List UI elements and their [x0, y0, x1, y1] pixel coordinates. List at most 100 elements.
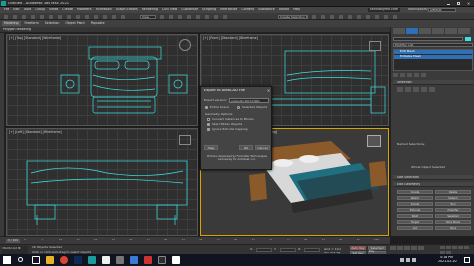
show-end-result-icon[interactable]: [400, 73, 405, 77]
edit-geometry-attach-button[interactable]: Attach: [397, 196, 433, 200]
select-by-name-icon[interactable]: [67, 14, 71, 19]
ribbon-tab-freeform[interactable]: Freeform: [23, 21, 41, 26]
configure-sets-icon[interactable]: [421, 73, 426, 77]
pan-icon[interactable]: [464, 246, 469, 249]
viewcube-top[interactable]: [179, 39, 191, 51]
help-button[interactable]: Help: [204, 145, 218, 150]
pin-stack-icon[interactable]: [393, 73, 398, 77]
menu-item-interactive[interactable]: Interactive: [220, 8, 237, 12]
auto-key-button[interactable]: Auto Key: [350, 246, 366, 250]
align-icon[interactable]: [321, 14, 325, 19]
bind-space-warp-icon[interactable]: [40, 14, 44, 19]
window-crossing-icon[interactable]: [85, 14, 89, 19]
view-dropdown[interactable]: View: [140, 14, 156, 19]
snaps-toggle-icon[interactable]: [187, 14, 191, 19]
rectangle-selection-icon[interactable]: [76, 14, 80, 19]
edit-geometry-turn-button[interactable]: Turn: [435, 202, 471, 206]
edit-geometry-selected-button[interactable]: Selected: [435, 214, 471, 218]
redo-icon[interactable]: [13, 14, 17, 19]
search-icon[interactable]: [18, 257, 23, 262]
workspace-dropdown[interactable]: Default: [428, 8, 456, 12]
select-rotate-icon[interactable]: [103, 14, 107, 19]
windows-start-icon[interactable]: [3, 256, 11, 264]
app-icon-10[interactable]: [158, 256, 166, 264]
timeline[interactable]: 0 / 100 0 5 10 15 20 25 30 35 40 45 50 55 60 65 70 75 80…: [0, 236, 390, 244]
volume-icon[interactable]: [406, 258, 410, 262]
y-coord-field[interactable]: [280, 247, 296, 252]
cancel-button[interactable]: Cancel: [255, 145, 270, 150]
radio-entire-scene[interactable]: [205, 106, 208, 109]
edit-geometry-chamfer-button[interactable]: Chamfer: [435, 208, 471, 212]
remove-modifier-icon[interactable]: [414, 73, 419, 77]
hierarchy-tab-icon[interactable]: [419, 28, 431, 34]
vray-icon[interactable]: [102, 256, 110, 264]
app-icon-8[interactable]: [130, 256, 138, 264]
field-of-view-icon[interactable]: [458, 246, 463, 249]
menu-item-scripting[interactable]: Scripting: [202, 8, 216, 12]
toggle-scene-explorer-icon[interactable]: [330, 14, 334, 19]
3dsmax-taskbar-icon[interactable]: [88, 256, 96, 264]
schematic-view-icon[interactable]: [357, 14, 361, 19]
menu-item-substance[interactable]: Substance: [258, 8, 275, 12]
angle-snap-icon[interactable]: [196, 14, 200, 19]
edit-geometry-detach-button[interactable]: Detach: [435, 196, 471, 200]
edge-icon[interactable]: [405, 87, 411, 92]
photoshop-icon[interactable]: [74, 256, 82, 264]
network-icon[interactable]: [400, 258, 404, 262]
percent-snap-icon[interactable]: [205, 14, 209, 19]
select-place-icon[interactable]: [121, 14, 125, 19]
object-color-swatch[interactable]: [465, 37, 471, 41]
edit-geometry-cut-button[interactable]: Cut: [397, 226, 433, 230]
pivot-point-icon[interactable]: [160, 14, 164, 19]
task-view-icon[interactable]: [32, 256, 40, 264]
menu-item-animation[interactable]: Animation: [96, 8, 112, 12]
viewport-left[interactable]: [+] [Left] [Standard] [Wireframe]: [6, 128, 198, 236]
selection-filter-icon[interactable]: [49, 14, 53, 19]
select-manipulate-icon[interactable]: [169, 14, 173, 19]
play-icon[interactable]: [404, 246, 410, 250]
account-label[interactable]: karinaa@me.com: [368, 8, 400, 12]
menu-item-arnold[interactable]: Arnold: [279, 8, 289, 12]
viewport-top[interactable]: [+] [Top] [Standard] [Wireframe]: [6, 34, 198, 126]
make-unique-icon[interactable]: [407, 73, 412, 77]
menu-item-create[interactable]: Create: [62, 8, 73, 12]
menu-item-help[interactable]: Help: [293, 8, 300, 12]
modify-tab-icon[interactable]: [406, 28, 418, 34]
menu-item-group[interactable]: Group: [35, 8, 45, 12]
menu-item-views[interactable]: Views: [49, 8, 58, 12]
radio-selected-objects[interactable]: [237, 106, 240, 109]
battery-icon[interactable]: [412, 258, 416, 262]
viewcube-front[interactable]: [369, 41, 381, 51]
unlink-icon[interactable]: [31, 14, 35, 19]
maxscript-listener[interactable]: MAXScript Mi: [2, 246, 28, 254]
ribbon-tab-object-paint[interactable]: Object Paint: [63, 21, 86, 26]
spinner-snap-icon[interactable]: [214, 14, 218, 19]
mirror-icon[interactable]: [312, 14, 316, 19]
edit-geometry-slice-button[interactable]: Slice: [435, 226, 471, 230]
ignore-extrude-checkbox[interactable]: [207, 128, 210, 131]
next-frame-icon[interactable]: [411, 246, 417, 250]
modifier-list-dropdown[interactable]: Modifier List: [393, 43, 473, 47]
viewcube-left[interactable]: [179, 135, 191, 145]
skip-hidden-checkbox[interactable]: [207, 123, 210, 126]
edit-named-selection-icon[interactable]: [223, 14, 227, 19]
edit-geometry-slice-plane-button[interactable]: Slice Plane: [435, 220, 471, 224]
zoom-icon[interactable]: [440, 246, 445, 249]
minimize-button[interactable]: [444, 1, 453, 6]
maximize-button[interactable]: [454, 1, 463, 6]
object-name-field[interactable]: [393, 37, 463, 41]
edit-geometry-weld-button[interactable]: Weld: [397, 214, 433, 218]
stack-item-edit-mesh[interactable]: Edit Mesh: [394, 50, 473, 54]
menu-item-file[interactable]: File: [4, 8, 9, 12]
convert-instances-checkbox[interactable]: [207, 118, 210, 121]
edit-geometry-divide-button[interactable]: Divide: [397, 202, 433, 206]
menu-item-customize[interactable]: Customize: [181, 8, 198, 12]
display-tab-icon[interactable]: [445, 28, 457, 34]
chrome-icon[interactable]: [60, 256, 68, 264]
menu-item-tools[interactable]: Tools: [24, 8, 32, 12]
link-icon[interactable]: [22, 14, 26, 19]
go-to-end-icon[interactable]: [418, 246, 424, 250]
selection-rollout[interactable]: Selection: [393, 80, 473, 85]
menu-item-civil-view[interactable]: Civil View: [162, 8, 177, 12]
clock-time[interactable]: 5:18 PM: [440, 256, 453, 259]
